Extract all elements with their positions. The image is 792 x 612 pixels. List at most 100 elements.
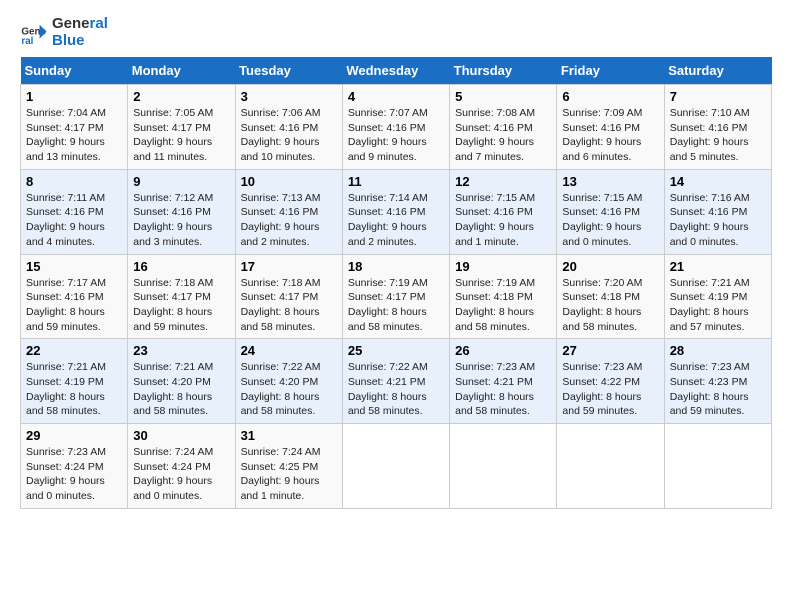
- header-day-friday: Friday: [557, 57, 664, 85]
- day-info: Sunrise: 7:23 AM Sunset: 4:24 PM Dayligh…: [26, 445, 122, 504]
- day-info: Sunrise: 7:22 AM Sunset: 4:20 PM Dayligh…: [241, 360, 337, 419]
- day-info: Sunrise: 7:16 AM Sunset: 4:16 PM Dayligh…: [670, 191, 766, 250]
- calendar-cell: 15 Sunrise: 7:17 AM Sunset: 4:16 PM Dayli…: [21, 254, 128, 339]
- day-number: 5: [455, 89, 551, 104]
- day-number: 11: [348, 174, 444, 189]
- calendar-cell: [664, 424, 771, 509]
- day-number: 29: [26, 428, 122, 443]
- day-info: Sunrise: 7:21 AM Sunset: 4:19 PM Dayligh…: [670, 276, 766, 335]
- day-info: Sunrise: 7:21 AM Sunset: 4:20 PM Dayligh…: [133, 360, 229, 419]
- header-day-tuesday: Tuesday: [235, 57, 342, 85]
- day-info: Sunrise: 7:12 AM Sunset: 4:16 PM Dayligh…: [133, 191, 229, 250]
- calendar-table: SundayMondayTuesdayWednesdayThursdayFrid…: [20, 57, 772, 509]
- day-info: Sunrise: 7:05 AM Sunset: 4:17 PM Dayligh…: [133, 106, 229, 165]
- day-number: 25: [348, 343, 444, 358]
- day-info: Sunrise: 7:19 AM Sunset: 4:18 PM Dayligh…: [455, 276, 551, 335]
- day-info: Sunrise: 7:20 AM Sunset: 4:18 PM Dayligh…: [562, 276, 658, 335]
- day-number: 9: [133, 174, 229, 189]
- day-number: 1: [26, 89, 122, 104]
- week-row-3: 15 Sunrise: 7:17 AM Sunset: 4:16 PM Dayli…: [21, 254, 772, 339]
- calendar-cell: 26 Sunrise: 7:23 AM Sunset: 4:21 PM Dayli…: [450, 339, 557, 424]
- header-day-wednesday: Wednesday: [342, 57, 449, 85]
- header-day-monday: Monday: [128, 57, 235, 85]
- calendar-cell: 14Sunrise: 7:16 AM Sunset: 4:16 PM Dayli…: [664, 169, 771, 254]
- day-number: 27: [562, 343, 658, 358]
- day-number: 2: [133, 89, 229, 104]
- day-info: Sunrise: 7:22 AM Sunset: 4:21 PM Dayligh…: [348, 360, 444, 419]
- logo-icon: Gene ral: [20, 19, 48, 47]
- calendar-header: SundayMondayTuesdayWednesdayThursdayFrid…: [21, 57, 772, 85]
- day-info: Sunrise: 7:24 AM Sunset: 4:24 PM Dayligh…: [133, 445, 229, 504]
- calendar-cell: 12Sunrise: 7:15 AM Sunset: 4:16 PM Dayli…: [450, 169, 557, 254]
- day-number: 20: [562, 259, 658, 274]
- calendar-cell: 21 Sunrise: 7:21 AM Sunset: 4:19 PM Dayli…: [664, 254, 771, 339]
- day-info: Sunrise: 7:17 AM Sunset: 4:16 PM Dayligh…: [26, 276, 122, 335]
- day-number: 18: [348, 259, 444, 274]
- calendar-cell: 13 Sunrise: 7:15 AM Sunset: 4:16 PM Dayli…: [557, 169, 664, 254]
- calendar-cell: 9 Sunrise: 7:12 AM Sunset: 4:16 PM Daylig…: [128, 169, 235, 254]
- day-number: 8: [26, 174, 122, 189]
- calendar-cell: 6Sunrise: 7:09 AM Sunset: 4:16 PM Daylig…: [557, 85, 664, 170]
- calendar-cell: 17 Sunrise: 7:18 AM Sunset: 4:17 PM Dayli…: [235, 254, 342, 339]
- week-row-2: 8 Sunrise: 7:11 AM Sunset: 4:16 PM Daylig…: [21, 169, 772, 254]
- day-info: Sunrise: 7:11 AM Sunset: 4:16 PM Dayligh…: [26, 191, 122, 250]
- day-number: 3: [241, 89, 337, 104]
- day-number: 15: [26, 259, 122, 274]
- calendar-cell: 5 Sunrise: 7:08 AM Sunset: 4:16 PM Daylig…: [450, 85, 557, 170]
- day-info: Sunrise: 7:07 AM Sunset: 4:16 PM Dayligh…: [348, 106, 444, 165]
- day-number: 23: [133, 343, 229, 358]
- day-info: Sunrise: 7:06 AM Sunset: 4:16 PM Dayligh…: [241, 106, 337, 165]
- calendar-cell: 20 Sunrise: 7:20 AM Sunset: 4:18 PM Dayli…: [557, 254, 664, 339]
- day-number: 6: [562, 89, 658, 104]
- calendar-cell: 19 Sunrise: 7:19 AM Sunset: 4:18 PM Dayli…: [450, 254, 557, 339]
- day-info: Sunrise: 7:21 AM Sunset: 4:19 PM Dayligh…: [26, 360, 122, 419]
- day-info: Sunrise: 7:19 AM Sunset: 4:17 PM Dayligh…: [348, 276, 444, 335]
- calendar-cell: [342, 424, 449, 509]
- day-number: 31: [241, 428, 337, 443]
- day-number: 22: [26, 343, 122, 358]
- day-number: 7: [670, 89, 766, 104]
- calendar-cell: 2 Sunrise: 7:05 AM Sunset: 4:17 PM Daylig…: [128, 85, 235, 170]
- day-number: 30: [133, 428, 229, 443]
- day-info: Sunrise: 7:13 AM Sunset: 4:16 PM Dayligh…: [241, 191, 337, 250]
- day-info: Sunrise: 7:04 AM Sunset: 4:17 PM Dayligh…: [26, 106, 122, 165]
- header: Gene ral General Blue: [20, 16, 772, 49]
- day-info: Sunrise: 7:10 AM Sunset: 4:16 PM Dayligh…: [670, 106, 766, 165]
- day-info: Sunrise: 7:14 AM Sunset: 4:16 PM Dayligh…: [348, 191, 444, 250]
- calendar-cell: 8 Sunrise: 7:11 AM Sunset: 4:16 PM Daylig…: [21, 169, 128, 254]
- calendar-body: 1 Sunrise: 7:04 AM Sunset: 4:17 PM Daylig…: [21, 85, 772, 509]
- calendar-cell: 30 Sunrise: 7:24 AM Sunset: 4:24 PM Dayli…: [128, 424, 235, 509]
- day-info: Sunrise: 7:24 AM Sunset: 4:25 PM Dayligh…: [241, 445, 337, 504]
- day-number: 26: [455, 343, 551, 358]
- calendar-cell: 25 Sunrise: 7:22 AM Sunset: 4:21 PM Dayli…: [342, 339, 449, 424]
- calendar-cell: 18 Sunrise: 7:19 AM Sunset: 4:17 PM Dayli…: [342, 254, 449, 339]
- day-info: Sunrise: 7:23 AM Sunset: 4:23 PM Dayligh…: [670, 360, 766, 419]
- header-day-sunday: Sunday: [21, 57, 128, 85]
- logo-text: General Blue: [52, 16, 108, 49]
- svg-text:ral: ral: [21, 36, 33, 47]
- logo: Gene ral General Blue: [20, 16, 108, 49]
- day-number: 16: [133, 259, 229, 274]
- day-number: 17: [241, 259, 337, 274]
- day-number: 19: [455, 259, 551, 274]
- header-day-saturday: Saturday: [664, 57, 771, 85]
- day-info: Sunrise: 7:08 AM Sunset: 4:16 PM Dayligh…: [455, 106, 551, 165]
- week-row-4: 22 Sunrise: 7:21 AM Sunset: 4:19 PM Dayli…: [21, 339, 772, 424]
- day-number: 24: [241, 343, 337, 358]
- day-number: 28: [670, 343, 766, 358]
- day-info: Sunrise: 7:18 AM Sunset: 4:17 PM Dayligh…: [241, 276, 337, 335]
- calendar-cell: 22 Sunrise: 7:21 AM Sunset: 4:19 PM Dayli…: [21, 339, 128, 424]
- day-info: Sunrise: 7:15 AM Sunset: 4:16 PM Dayligh…: [455, 191, 551, 250]
- calendar-cell: 10 Sunrise: 7:13 AM Sunset: 4:16 PM Dayli…: [235, 169, 342, 254]
- calendar-cell: 28 Sunrise: 7:23 AM Sunset: 4:23 PM Dayli…: [664, 339, 771, 424]
- day-info: Sunrise: 7:15 AM Sunset: 4:16 PM Dayligh…: [562, 191, 658, 250]
- day-info: Sunrise: 7:23 AM Sunset: 4:21 PM Dayligh…: [455, 360, 551, 419]
- header-day-thursday: Thursday: [450, 57, 557, 85]
- day-number: 10: [241, 174, 337, 189]
- day-number: 21: [670, 259, 766, 274]
- calendar-cell: [557, 424, 664, 509]
- day-number: 13: [562, 174, 658, 189]
- day-number: 4: [348, 89, 444, 104]
- calendar-cell: 1 Sunrise: 7:04 AM Sunset: 4:17 PM Daylig…: [21, 85, 128, 170]
- week-row-1: 1 Sunrise: 7:04 AM Sunset: 4:17 PM Daylig…: [21, 85, 772, 170]
